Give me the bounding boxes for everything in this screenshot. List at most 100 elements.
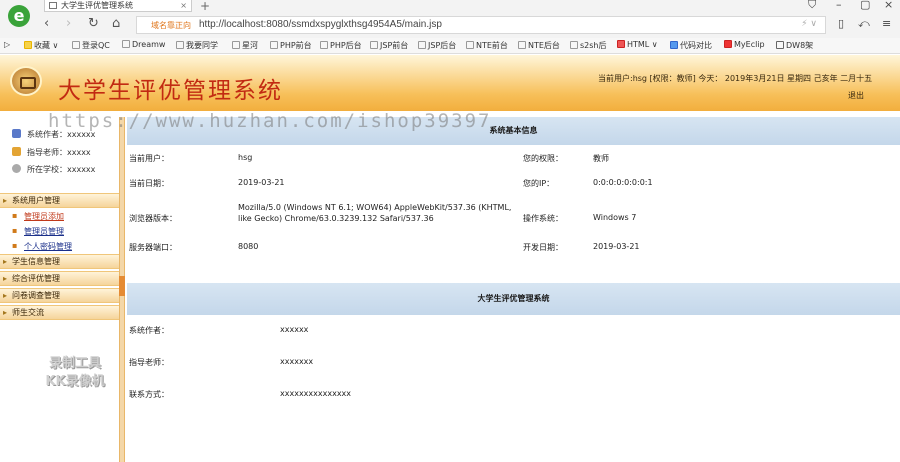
new-tab-icon[interactable]: + bbox=[200, 0, 210, 13]
label-ip: 您的IP： bbox=[523, 179, 555, 188]
bookmark-label: 收藏 bbox=[34, 41, 50, 50]
page-icon bbox=[270, 41, 278, 49]
lightning-icon[interactable]: ⚡ ∨ bbox=[801, 19, 817, 29]
star-icon bbox=[24, 41, 32, 49]
bookmark-item[interactable]: JSP前台 bbox=[370, 40, 408, 51]
label-author: 系统作者： bbox=[129, 326, 169, 335]
close-icon[interactable]: × bbox=[180, 0, 187, 11]
menu-icon[interactable]: ≡ bbox=[882, 17, 891, 30]
bookmark-label: NTE前台 bbox=[476, 41, 508, 50]
address-bar[interactable]: 域名靠正向 http://localhost:8080/ssmdxspyglxt… bbox=[136, 16, 826, 34]
forward-icon[interactable]: › bbox=[66, 16, 71, 32]
recorder-watermark: 录制工具 KK录像机 bbox=[45, 356, 105, 389]
bookmark-label: MyEclip bbox=[734, 40, 765, 49]
menu-item-admin-add[interactable]: 管理员添加 bbox=[12, 211, 64, 222]
menu-system-users[interactable]: 系统用户管理 bbox=[0, 193, 119, 208]
compare-icon bbox=[670, 41, 678, 49]
close-window-icon[interactable]: × bbox=[884, 0, 893, 11]
label-current-date: 当前日期： bbox=[129, 179, 169, 188]
app-logo-icon bbox=[10, 66, 42, 96]
bookmark-item[interactable]: PHP前台 bbox=[270, 40, 312, 51]
bookmark-item[interactable]: HTML ∨ bbox=[617, 40, 658, 49]
maximize-icon[interactable]: ▢ bbox=[860, 0, 870, 11]
page-icon bbox=[122, 40, 130, 48]
label-dev-date: 开发日期： bbox=[523, 243, 563, 252]
school-icon bbox=[12, 164, 21, 173]
url-warning: 域名靠正向 bbox=[151, 21, 191, 30]
bookmark-item[interactable]: 收藏 ∨ bbox=[24, 40, 58, 51]
page-icon bbox=[570, 41, 578, 49]
logout-link[interactable]: 退出 bbox=[848, 90, 864, 101]
sidebar-toggle-icon[interactable]: ▷ bbox=[4, 40, 10, 49]
label-server-port: 服务器端口： bbox=[129, 243, 177, 252]
bookmark-item[interactable]: 登录QC bbox=[72, 40, 110, 51]
teacher-icon bbox=[12, 147, 21, 156]
back-icon[interactable]: ‹ bbox=[44, 16, 49, 32]
page-icon bbox=[418, 41, 426, 49]
menu-survey[interactable]: 问卷调查管理 bbox=[0, 288, 119, 303]
value-teacher: xxxxxxx bbox=[280, 357, 314, 366]
bookmark-item[interactable]: 星河 bbox=[232, 40, 258, 51]
bookmark-label: DW8架 bbox=[786, 41, 814, 50]
label-current-user: 当前用户： bbox=[129, 154, 169, 163]
bookmark-item[interactable]: PHP后台 bbox=[320, 40, 362, 51]
browser-toolbar: e 大学生评优管理系统 × + ⛉ – ▢ × ‹ › ↻ ⌂ 域名靠正向 ht… bbox=[0, 0, 900, 38]
bookmarks-bar: ▷ 收藏 ∨ 登录QC Dreamw 我要同学 星河 PHP前台 PHP后台 J… bbox=[0, 38, 900, 54]
bookmark-label: NTE后台 bbox=[528, 41, 560, 50]
pin-icon[interactable]: ⛉ bbox=[808, 0, 816, 12]
page-icon bbox=[232, 41, 240, 49]
bookmark-item[interactable]: DW8架 bbox=[776, 40, 813, 51]
reader-icon[interactable]: ▯ bbox=[838, 17, 844, 30]
bookmark-label: Dreamw bbox=[132, 40, 166, 49]
sidebar-info-label: 所在学校：xxxxxx bbox=[27, 165, 96, 174]
value-permission: 教师 bbox=[593, 154, 609, 163]
browser-tab[interactable]: 大学生评优管理系统 × bbox=[44, 0, 192, 12]
sidebar-info-teacher: 指导老师：xxxxx bbox=[12, 147, 91, 158]
page-icon bbox=[49, 2, 57, 9]
bookmark-item[interactable]: 我要同学 bbox=[176, 40, 218, 51]
bookmark-label: 我要同学 bbox=[186, 41, 218, 50]
bookmark-item[interactable]: Dreamw bbox=[122, 40, 165, 49]
bookmark-item[interactable]: JSP后台 bbox=[418, 40, 456, 51]
app-header: 大学生评优管理系统 当前用户:hsg [权限：教师] 今天： 2019年3月21… bbox=[0, 55, 900, 111]
bookmark-item[interactable]: 代码对比 bbox=[670, 40, 712, 51]
bookmark-item[interactable]: NTE后台 bbox=[518, 40, 560, 51]
bookmark-item[interactable]: NTE前台 bbox=[466, 40, 508, 51]
minimize-icon[interactable]: – bbox=[836, 0, 842, 11]
value-browser: Mozilla/5.0 (Windows NT 6.1; WOW64) Appl… bbox=[238, 203, 512, 223]
value-current-date: 2019-03-21 bbox=[238, 178, 285, 187]
url-text[interactable]: http://localhost:8080/ssmdxspyglxthsg495… bbox=[199, 19, 442, 30]
label-permission: 您的权限： bbox=[523, 154, 563, 163]
sidebar-info-label: 指导老师：xxxxx bbox=[27, 148, 91, 157]
bookmark-label: 登录QC bbox=[82, 41, 110, 50]
user-icon bbox=[12, 129, 21, 138]
html-icon bbox=[617, 40, 625, 48]
bookmark-label: PHP后台 bbox=[330, 41, 362, 50]
bookmark-item[interactable]: MyEclip bbox=[724, 40, 765, 49]
menu-communication[interactable]: 师生交流 bbox=[0, 305, 119, 320]
value-ip: 0:0:0:0:0:0:0:1 bbox=[593, 178, 653, 187]
undo-icon[interactable]: ⤺ bbox=[858, 17, 870, 31]
label-contact: 联系方式： bbox=[129, 390, 169, 399]
value-server-port: 8080 bbox=[238, 242, 259, 251]
refresh-icon[interactable]: ↻ bbox=[88, 16, 99, 32]
home-icon[interactable]: ⌂ bbox=[112, 16, 120, 32]
page-icon bbox=[370, 41, 378, 49]
bookmark-label: PHP前台 bbox=[280, 41, 312, 50]
menu-item-admin-manage[interactable]: 管理员管理 bbox=[12, 226, 64, 237]
sidebar-info-author: 系统作者：xxxxxx bbox=[12, 129, 95, 140]
label-os: 操作系统： bbox=[523, 214, 563, 223]
sidebar: 系统作者：xxxxxx 指导老师：xxxxx 所在学校：xxxxxx 系统用户管… bbox=[0, 117, 119, 462]
bookmark-label: 代码对比 bbox=[680, 41, 712, 50]
page-icon bbox=[518, 41, 526, 49]
main-content: 系统基本信息 当前用户： hsg 您的权限： 教师 当前日期： 2019-03-… bbox=[125, 117, 900, 462]
tab-title: 大学生评优管理系统 bbox=[61, 1, 133, 10]
section-basic-info-title: 系统基本信息 bbox=[127, 117, 900, 145]
menu-evaluation[interactable]: 综合评优管理 bbox=[0, 271, 119, 286]
menu-item-password[interactable]: 个人密码管理 bbox=[12, 241, 72, 252]
bookmark-item[interactable]: s2sh后 bbox=[570, 40, 607, 51]
value-current-user: hsg bbox=[238, 153, 253, 162]
user-info: 当前用户:hsg [权限：教师] 今天： 2019年3月21日 星期四 己亥年 … bbox=[598, 74, 873, 83]
browser-logo-icon: e bbox=[8, 5, 30, 27]
menu-student-info[interactable]: 学生信息管理 bbox=[0, 254, 119, 269]
